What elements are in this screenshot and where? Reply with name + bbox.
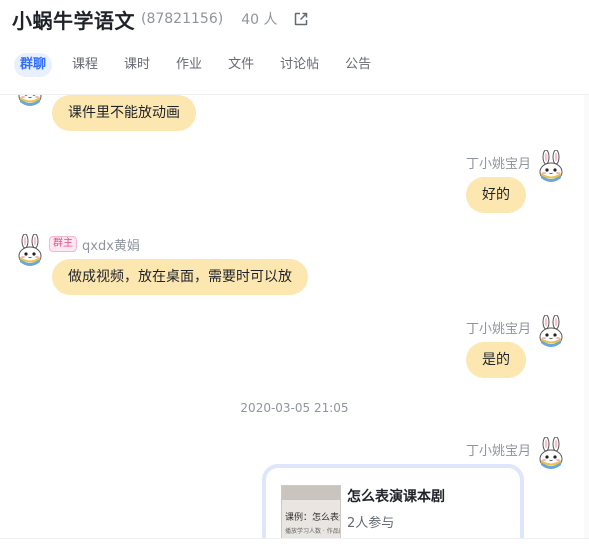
shared-course-card[interactable]: 课例：怎么表演课本剧 播放学习人数 · 作品展示 怎么表演课本剧 2人参与 — [262, 464, 524, 538]
chat-scrollbar[interactable] — [584, 94, 589, 538]
tab-homework[interactable]: 作业 — [170, 53, 208, 77]
sender-name: qxdx黄娟 — [82, 239, 140, 254]
bunny-avatar-icon[interactable] — [536, 149, 566, 184]
tab-group-chat[interactable]: 群聊 — [14, 53, 53, 77]
member-count[interactable]: 40 人 — [241, 9, 277, 29]
external-link-icon[interactable] — [293, 11, 309, 27]
tab-discussions[interactable]: 讨论帖 — [274, 53, 325, 77]
group-id: (87821156) — [141, 11, 224, 27]
course-thumbnail: 课例：怎么表演课本剧 播放学习人数 · 作品展示 — [281, 485, 341, 538]
message-bubble[interactable]: 做成视频，放在桌面，需要时可以放 — [52, 259, 308, 295]
sender-name: 丁小姚宝月 — [465, 157, 531, 172]
tab-announcements[interactable]: 公告 — [339, 53, 377, 77]
sender-name: 丁小姚宝月 — [465, 444, 531, 459]
message-bubble[interactable]: 好的 — [466, 177, 526, 213]
message-timestamp: 2020-03-05 21:05 — [240, 401, 349, 415]
thumbnail-title: 课例：怎么表演课本剧 — [285, 513, 340, 523]
tab-bar: 群聊 课程 课时 作业 文件 讨论帖 公告 — [14, 53, 391, 77]
bunny-avatar-icon[interactable] — [536, 436, 566, 471]
message-bubble[interactable]: 是的 — [466, 342, 526, 378]
tab-files[interactable]: 文件 — [222, 53, 260, 77]
bunny-avatar-icon[interactable] — [15, 233, 45, 268]
chat-message-list[interactable]: 课件里不能放动画 丁小姚宝月 好的 群主 qxdx黄娟 做成视频，放在桌面，需要… — [0, 94, 589, 538]
tab-lessons[interactable]: 课时 — [118, 53, 156, 77]
bunny-avatar-icon[interactable] — [536, 314, 566, 349]
bunny-avatar-icon[interactable] — [15, 94, 45, 108]
title-row: 小蜗牛学语文 (87821156) 40 人 — [12, 6, 309, 33]
chat-header: 小蜗牛学语文 (87821156) 40 人 群聊 课程 课时 作业 文件 讨论… — [0, 0, 589, 95]
thumbnail-caption: 播放学习人数 · 作品展示 — [285, 528, 340, 535]
sender-name: 丁小姚宝月 — [465, 322, 531, 337]
card-participants: 2人参与 — [347, 516, 395, 531]
tab-courses[interactable]: 课程 — [66, 53, 104, 77]
card-title: 怎么表演课本剧 — [347, 489, 445, 505]
group-owner-badge: 群主 — [49, 236, 77, 252]
message-bubble[interactable]: 课件里不能放动画 — [52, 95, 196, 131]
group-title: 小蜗牛学语文 — [12, 8, 135, 33]
